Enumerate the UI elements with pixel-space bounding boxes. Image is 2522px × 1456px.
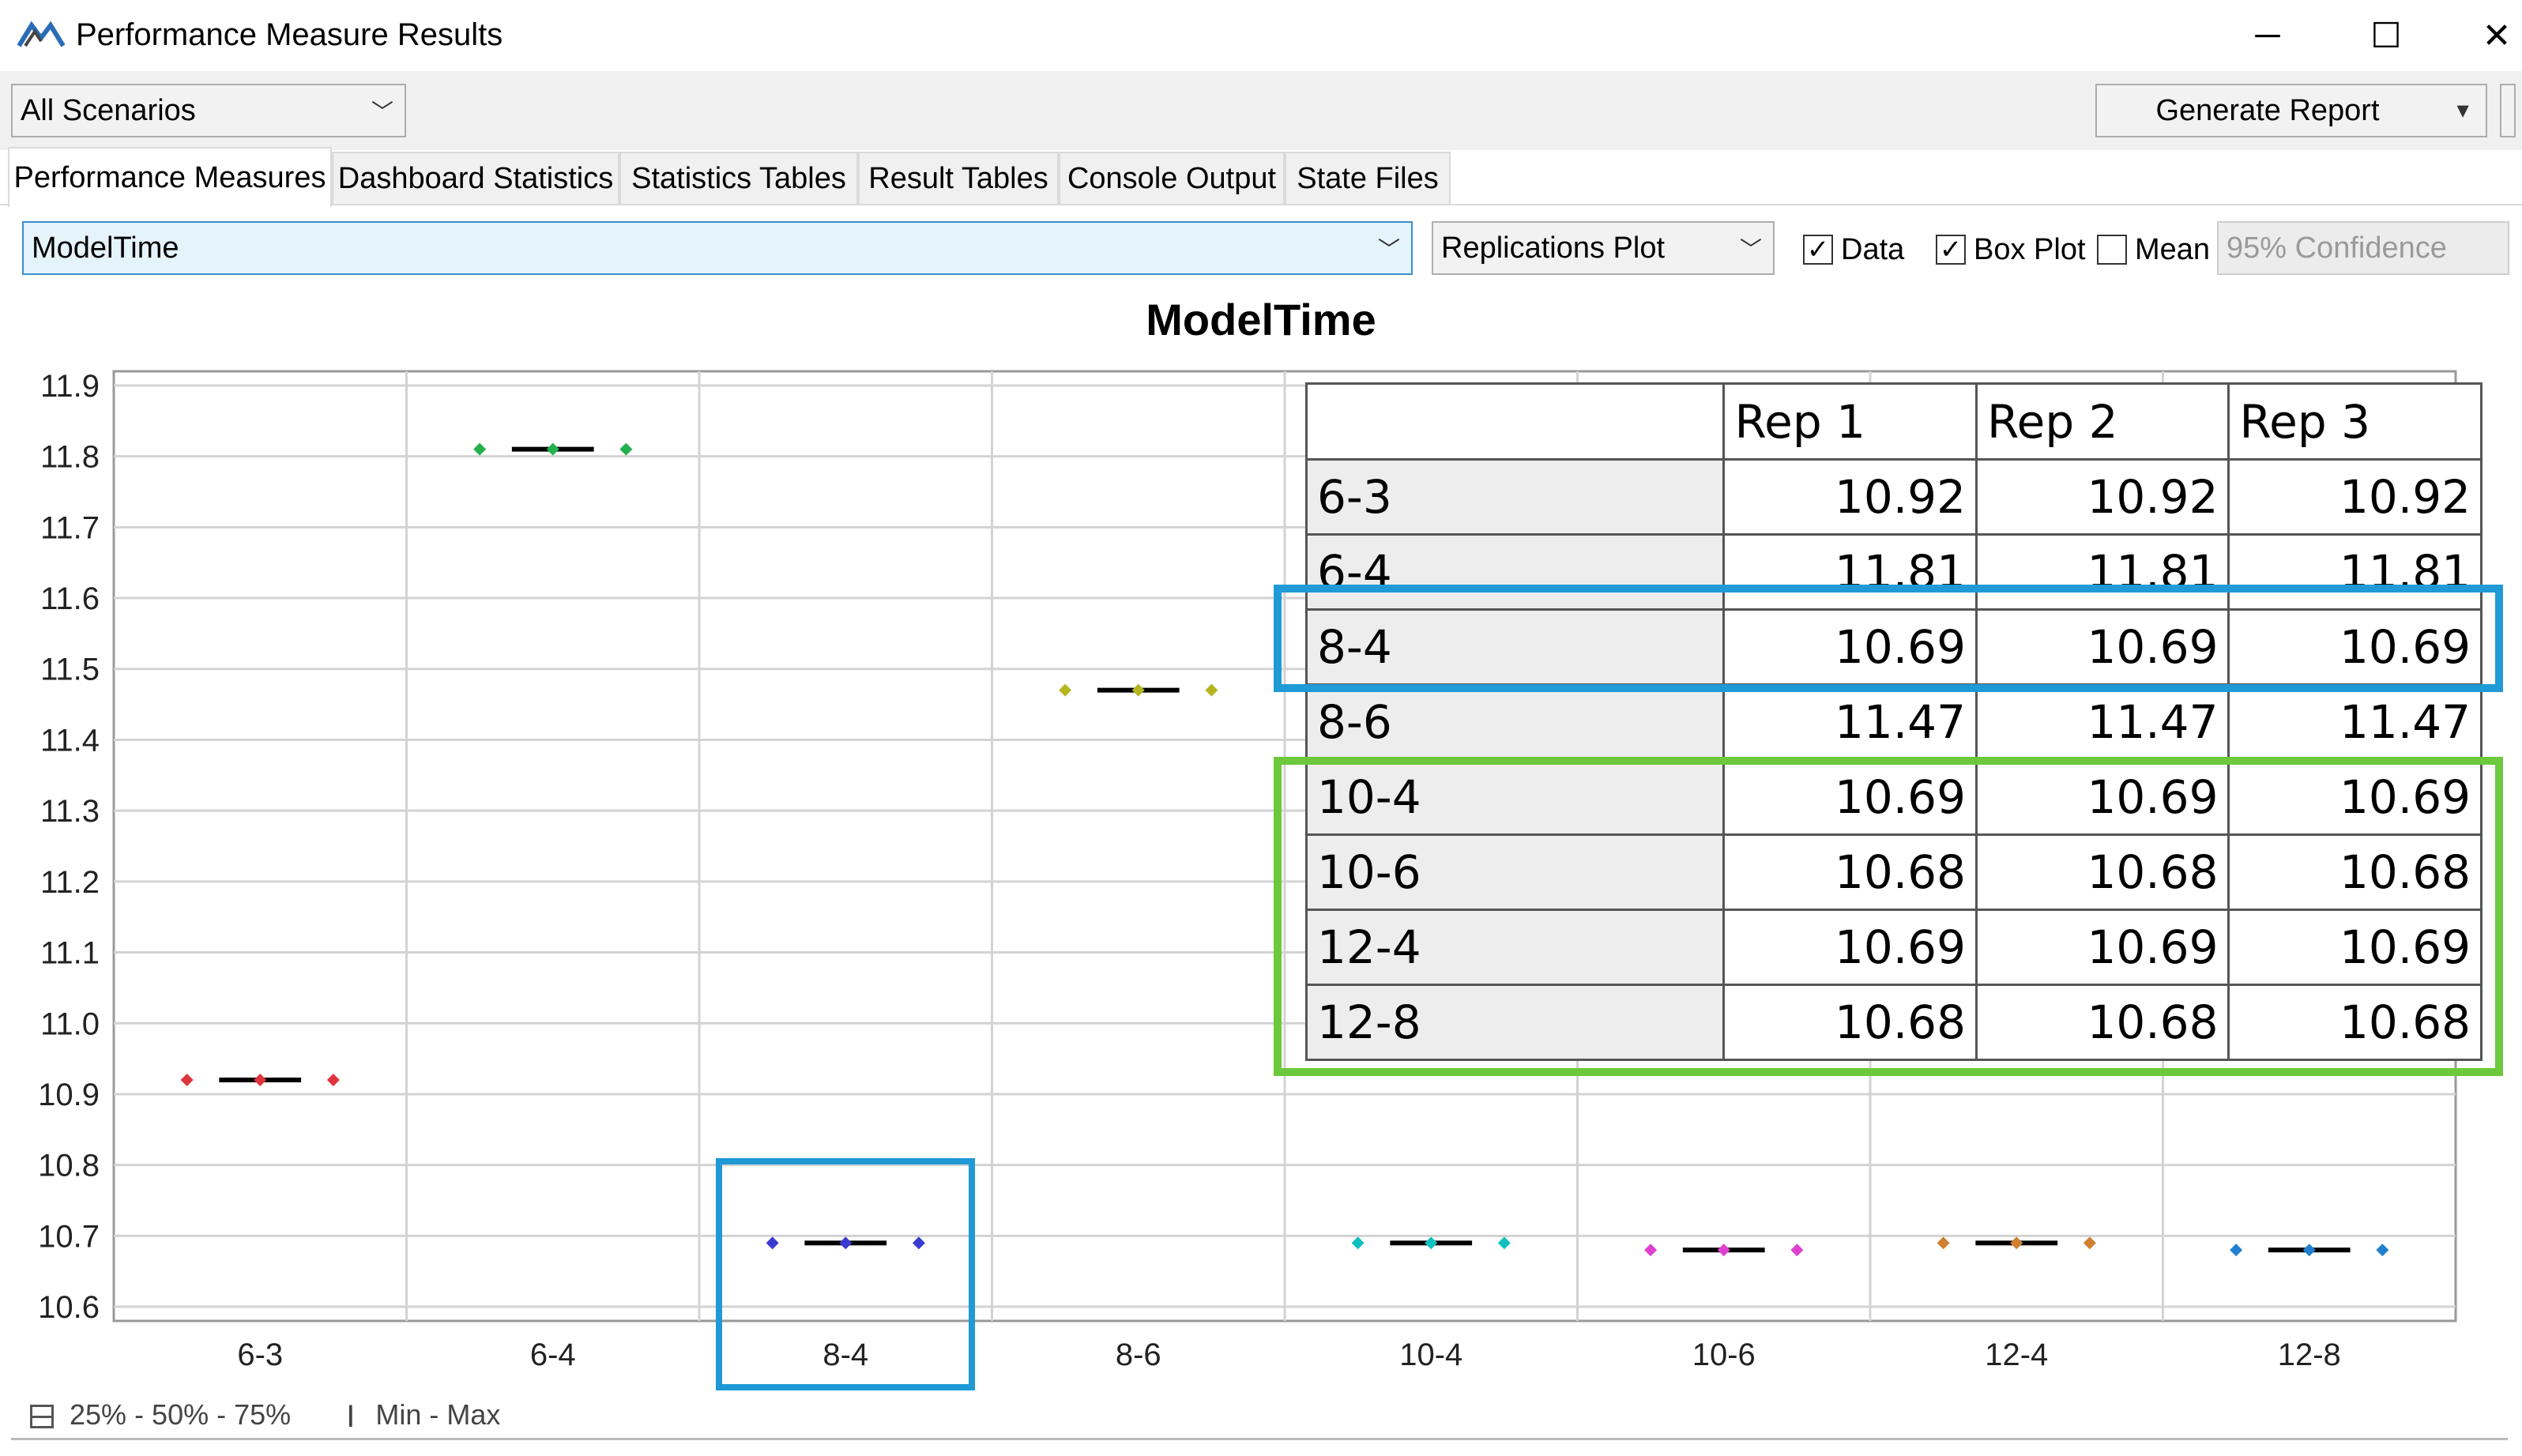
legend-min-max-label: Min - Max [375,1398,501,1431]
tab-state-files[interactable]: State Files [1285,152,1451,205]
table-cell: 10.92 [1722,458,1978,536]
x-tick-label: 6-3 [237,1337,283,1372]
chevron-down-icon: ﹀ [1739,237,1762,261]
window-title: Performance Measure Results [76,17,503,52]
legend-box-plot-label: 25% - 50% - 75% [70,1398,292,1431]
plot-type-select[interactable]: Replications Plot ﹀ [1432,221,1775,275]
y-tick-label: 10.8 [38,1149,100,1183]
confidence-select[interactable]: 95% Confidence [2217,221,2509,275]
y-tick-label: 11.3 [40,794,100,829]
table-row: 6-3 10.92 10.92 10.92 [1304,458,2482,536]
x-tick-label: 6-4 [530,1337,576,1372]
y-tick-label: 10.6 [38,1290,100,1325]
table-cell: 11.47 [2227,683,2482,761]
tab-result-tables[interactable]: Result Tables [858,152,1059,205]
panel-divider [11,1438,2508,1440]
y-tick-label: 11.5 [40,653,100,687]
x-tick-label: 12-8 [2278,1337,2341,1372]
table-cell: 10.92 [1974,458,2230,536]
column-header: Rep 2 [1974,382,2230,461]
chart-legend: 25% - 50% - 75% I Min - Max [30,1398,500,1435]
table-header-row: Rep 1 Rep 2 Rep 3 [1304,382,2482,461]
generate-report-label: Generate Report [2155,93,2380,127]
box-plot-icon [30,1405,54,1429]
y-tick-label: 11.1 [40,936,100,971]
y-tick-label: 11.4 [40,723,100,758]
tab-statistics-tables[interactable]: Statistics Tables [619,152,858,205]
highlight-box-table-group [1274,757,2503,1076]
y-tick-label: 11.9 [40,369,100,404]
data-checkbox-label: Data [1841,232,1905,266]
table-cell: 11.47 [1974,683,2230,761]
chevron-down-icon: ﹀ [371,100,393,124]
data-checkbox[interactable]: ✓ Data [1803,224,1904,275]
flexsim-logo-icon [17,21,65,47]
tab-performance-measures[interactable]: Performance Measures [8,147,332,207]
minimize-button[interactable]: ─ [2212,0,2323,71]
row-header-cell: 8-6 [1304,683,1726,761]
scenario-select[interactable]: All Scenarios ﹀ [11,84,406,137]
y-tick-label: 11.0 [40,1006,100,1041]
y-tick-label: 11.6 [40,581,100,616]
tab-dashboard-statistics[interactable]: Dashboard Statistics [332,152,619,205]
generate-report-button[interactable]: Generate Report ▼ [2095,84,2487,137]
column-header: Rep 1 [1722,382,1978,461]
box-plot-checkbox[interactable]: ✓ Box Plot [1936,224,2086,275]
chevron-down-icon: ﹀ [1377,237,1400,261]
y-tick-label: 10.7 [38,1219,100,1254]
dropdown-arrow-icon[interactable]: ▼ [2452,99,2473,123]
mean-checkbox[interactable]: Mean [2097,224,2210,275]
box-plot-checkbox-label: Box Plot [1974,232,2086,266]
highlight-box-chart-8-4 [716,1157,976,1390]
x-tick-label: 12-4 [1985,1337,2048,1372]
y-tick-label: 10.9 [38,1078,100,1112]
scenario-select-value: All Scenarios [21,93,196,127]
table-corner-cell [1304,382,1726,461]
table-cell: 11.47 [1722,683,1978,761]
table-cell: 10.92 [2227,458,2482,536]
confidence-select-value: 95% Confidence [2227,231,2447,265]
y-tick-label: 11.8 [40,440,100,475]
min-max-icon: I [346,1398,356,1434]
maximize-button[interactable]: ☐ [2331,0,2441,71]
checkbox-unchecked-icon[interactable] [2097,235,2127,265]
mean-checkbox-label: Mean [2135,232,2211,266]
tab-console-output[interactable]: Console Output [1059,152,1285,205]
close-button[interactable]: ✕ [2441,0,2522,71]
chart-title: ModelTime [1146,295,1376,344]
y-tick-label: 11.2 [40,865,100,900]
x-tick-label: 8-6 [1116,1337,1161,1372]
row-header-cell: 6-3 [1304,458,1726,536]
checkbox-checked-icon[interactable]: ✓ [1803,235,1833,265]
highlight-box-table-8-4 [1274,585,2503,692]
checkbox-checked-icon[interactable]: ✓ [1936,235,1966,265]
measure-select-value: ModelTime [32,231,179,265]
x-tick-label: 10-4 [1399,1337,1462,1372]
toolbar-overflow-button[interactable] [2500,84,2516,137]
measure-select[interactable]: ModelTime ﹀ [22,221,1413,275]
column-header: Rep 3 [2227,382,2482,461]
table-row: 8-6 11.47 11.47 11.47 [1304,683,2482,761]
y-tick-label: 11.7 [40,510,100,545]
title-bar: Performance Measure Results ─ ☐ ✕ [0,0,2522,71]
x-tick-label: 10-6 [1692,1337,1756,1372]
plot-type-select-value: Replications Plot [1441,231,1666,265]
